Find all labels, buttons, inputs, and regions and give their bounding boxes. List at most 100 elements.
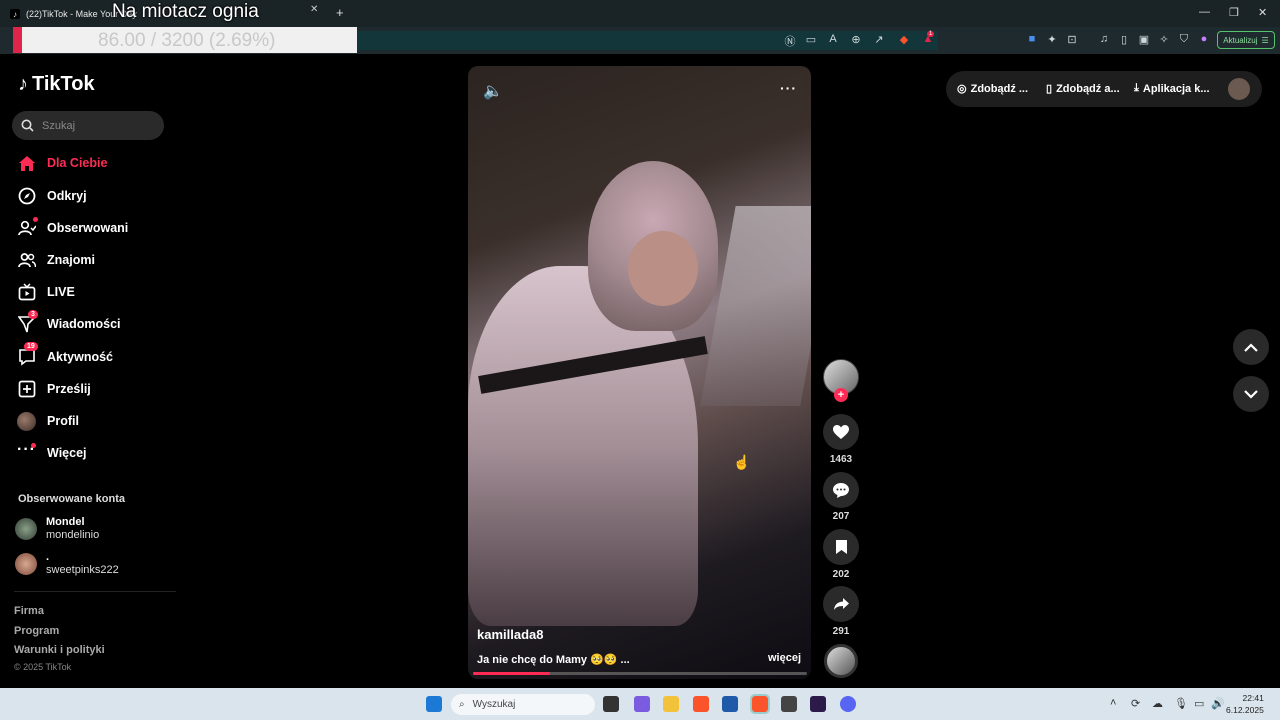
windows-start-icon[interactable] [426,696,442,712]
reader-off-icon[interactable]: Ⓝ [783,33,797,49]
profile-icon[interactable]: ● [1197,33,1211,45]
get-app-button[interactable]: ▯ Zdobądź a... [1046,82,1120,96]
chevron-down-icon [1244,389,1258,399]
followed-accounts-title: Obserwowane konta [18,493,125,505]
nav-live[interactable]: LIVE [17,280,75,304]
close-window-button[interactable]: ✕ [1258,6,1267,19]
search-icon [21,119,34,132]
video-player[interactable] [468,66,811,679]
discord-icon[interactable] [840,696,856,712]
share-button[interactable] [823,586,859,622]
extensions-icon[interactable]: ✦ [1045,33,1059,46]
followed-account[interactable]: Mondel mondelinio [15,516,99,542]
nav-profile[interactable]: Profil [17,409,79,433]
cast-icon[interactable]: ▭ [804,33,818,46]
share-count: 291 [832,626,850,637]
volume-icon[interactable]: 🔈 [483,81,503,101]
restore-button[interactable]: ❐ [1229,6,1239,19]
more-button[interactable]: więcej [768,652,801,664]
bookmark-icon [835,540,847,554]
system-clock[interactable]: 22:41 6.12.2025 [1226,692,1264,716]
messages-icon: 3 [17,309,38,334]
chevron-up-icon[interactable]: ˄ [1110,697,1116,709]
save-button[interactable] [823,529,859,565]
profile-avatar [17,411,36,431]
new-tab-button[interactable]: + [336,5,344,20]
get-coins-button[interactable]: ◎ Zdobądź ... [957,82,1029,96]
footer-link-terms[interactable]: Warunki i polityki [14,644,105,656]
media-icon[interactable]: ♫ [1097,33,1111,45]
nav-following[interactable]: Obserwowani [17,216,128,240]
next-video-button[interactable] [1233,376,1269,412]
taskbar-search[interactable]: ⌕ Wyszukaj [451,694,595,715]
video-progress-bar[interactable] [473,672,807,675]
footer-link-program[interactable]: Program [14,625,59,637]
search-input[interactable]: Szukaj [12,111,164,140]
get-coins-label: Zdobądź ... [970,82,1029,95]
footer-link-company[interactable]: Firma [14,605,44,617]
get-app-label: Zdobądź a... [1056,82,1120,95]
nav-label: Aktywność [47,350,113,364]
nav-friends[interactable]: Znajomi [17,248,95,272]
wallet-icon[interactable]: ▣ [1137,33,1151,46]
search-icon: ⌕ [459,699,465,710]
like-count: 1463 [829,454,853,465]
app-icon[interactable] [781,696,797,712]
vpn-icon[interactable]: ⛉ [1177,33,1191,46]
brave-shield-icon[interactable]: ◆ [897,33,911,46]
translate-icon[interactable]: A [826,33,840,45]
follow-plus-button[interactable]: + [834,388,848,402]
music-disc[interactable] [824,644,858,678]
user-avatar[interactable] [1228,78,1250,100]
minimize-button[interactable]: — [1199,6,1210,18]
nav-label: Znajomi [47,253,95,267]
share-icon[interactable]: ↗ [872,33,886,46]
tiktok-favicon-icon: ♪ [10,9,20,19]
nav-activity[interactable]: 19 Aktywność [17,341,113,369]
file-explorer-icon[interactable] [663,696,679,712]
extension-wallet-icon[interactable]: ■ [1025,33,1039,45]
followed-account[interactable]: . sweetpinks222 [15,551,119,577]
nav-for-you[interactable]: Dla Ciebie [17,151,107,175]
overlay-title: Na miotacz ognia [112,1,259,22]
compass-icon [17,187,36,206]
brave-browser-icon[interactable] [693,696,709,712]
tiktok-logo[interactable]: ♪ TikTok [18,73,95,96]
microphone-icon[interactable]: 🎙 [1174,697,1188,710]
nav-label: Profil [47,414,79,428]
sidebar-toggle-icon[interactable]: ▯ [1117,33,1131,46]
activity-badge: 19 [24,341,38,351]
store-icon[interactable] [722,696,738,712]
nav-explore[interactable]: Odkryj [17,184,87,208]
comment-button[interactable] [823,472,859,508]
nav-messages[interactable]: 3 Wiadomości [17,309,121,336]
nav-label: LIVE [47,285,75,299]
brave-active-icon[interactable] [750,694,770,714]
leo-ai-icon[interactable]: ✧ [1157,33,1171,46]
sync-icon[interactable]: ⟳ [1131,697,1140,710]
close-tab-icon[interactable]: ✕ [310,4,318,15]
video-description: Ja nie chcę do Mamy 🥺🥺 ... [477,654,630,666]
nav-more[interactable]: ··· Więcej [17,441,87,465]
phone-icon: ▯ [1046,83,1053,95]
previous-video-button[interactable] [1233,329,1269,365]
copilot-icon[interactable] [634,696,650,712]
speaker-icon[interactable]: 🔊 [1211,697,1225,710]
screenshot-icon[interactable]: ⊡ [1065,33,1079,46]
zoom-icon[interactable]: ⊕ [849,33,863,46]
video-options-icon[interactable]: ··· [780,80,797,96]
activity-icon: 19 [17,341,38,367]
task-view-icon[interactable] [603,696,619,712]
nav-upload[interactable]: Prześlij [17,377,91,401]
desktop-app-button[interactable]: ⤓ Aplikacja k... [1134,82,1210,95]
comment-count: 207 [832,511,850,522]
cloud-icon[interactable]: ☁ [1152,697,1163,710]
update-button[interactable]: Aktualizuj ☰ [1217,31,1275,49]
video-author[interactable]: kamillada8 [477,627,544,642]
like-button[interactable] [823,414,859,450]
account-name: . [46,551,50,563]
taskbar-search-placeholder: Wyszukaj [472,699,516,710]
tiktok-note-icon: ♪ [18,73,28,95]
app-icon[interactable] [810,696,826,712]
network-icon[interactable]: ▭ [1194,697,1204,710]
